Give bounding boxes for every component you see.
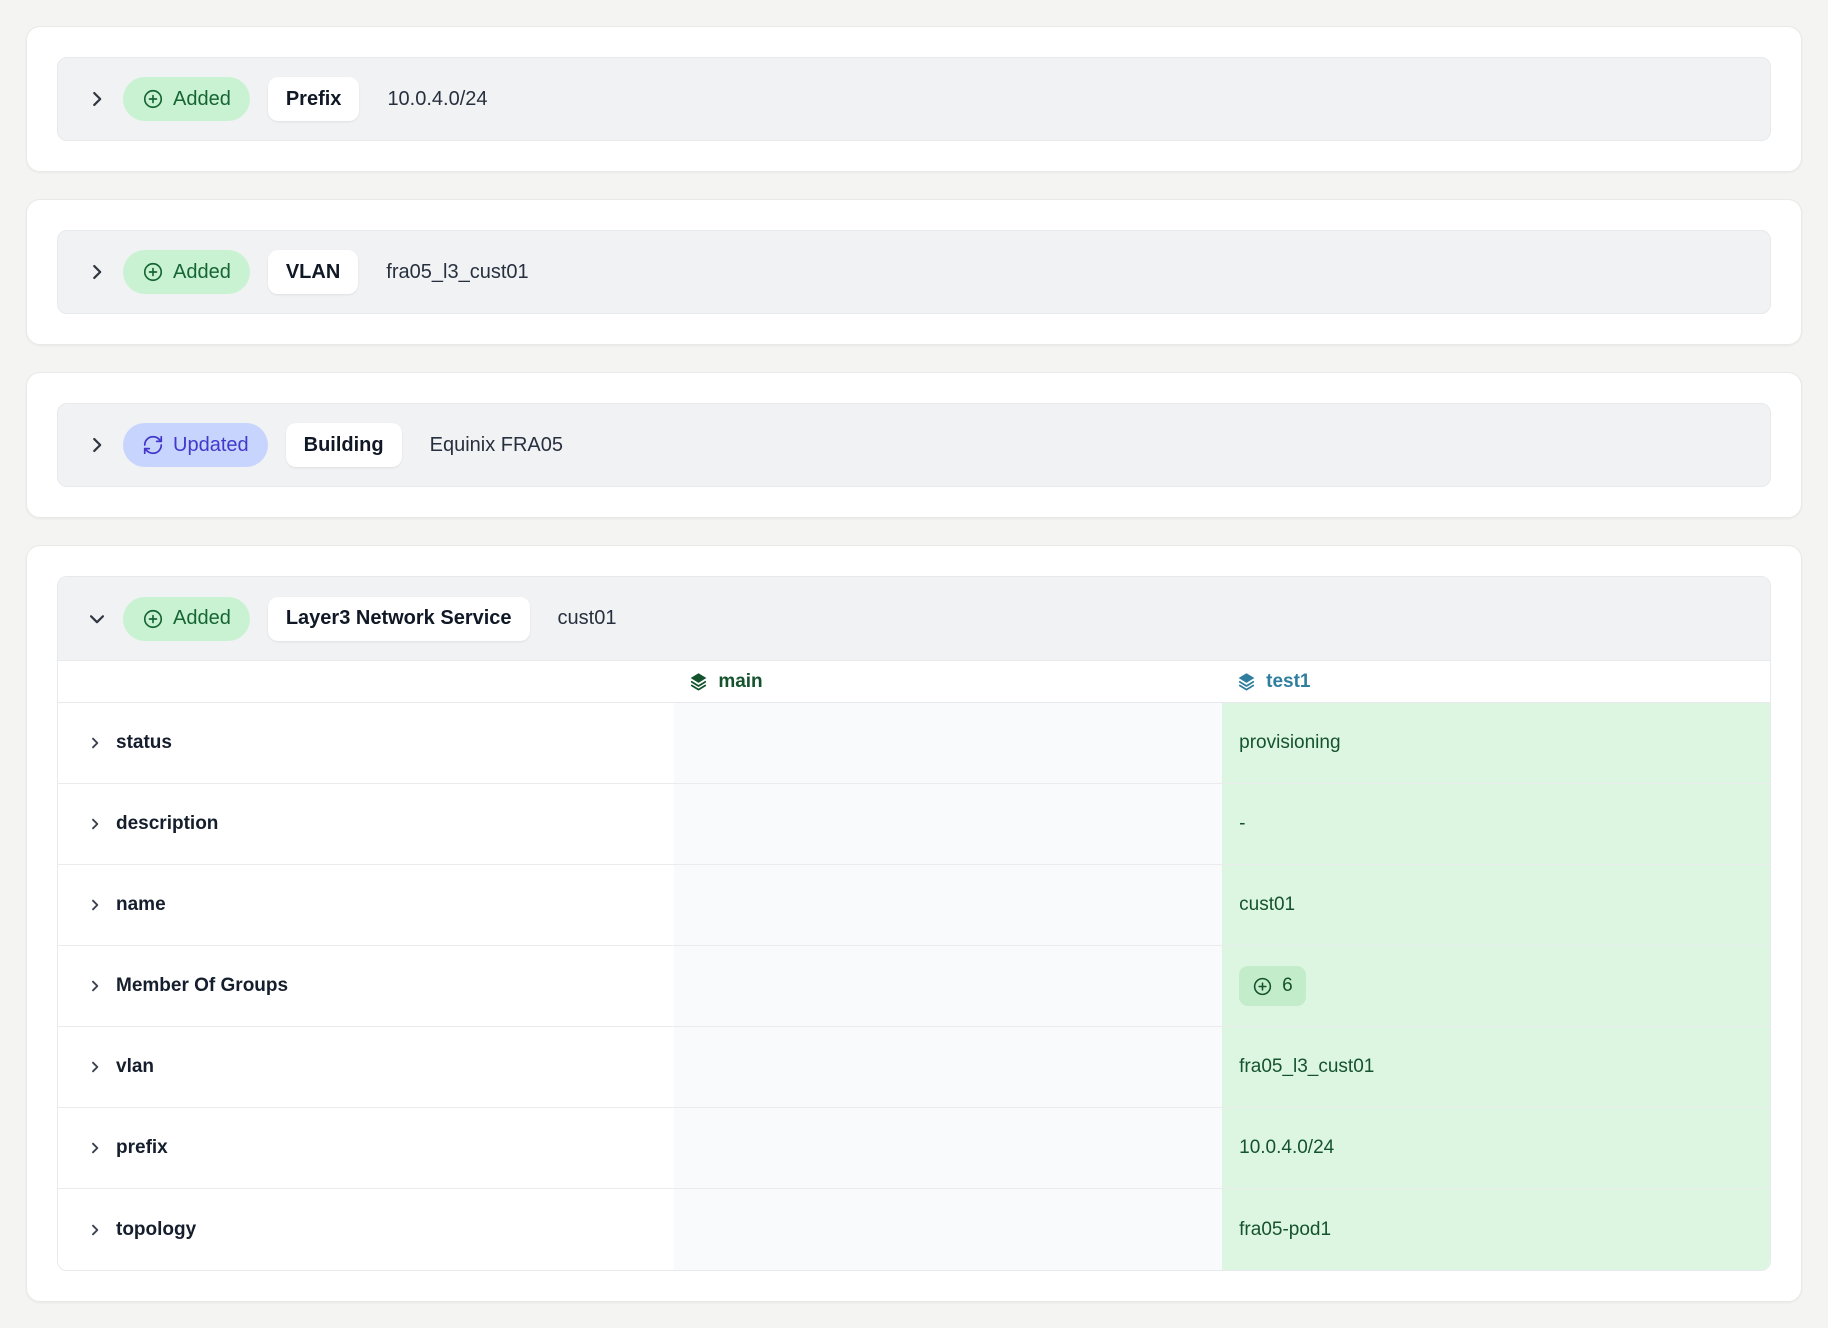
diff-card-prefix: Added Prefix 10.0.4.0/24: [26, 26, 1802, 172]
test1-branch-cell: fra05_l3_cust01: [1222, 1027, 1770, 1107]
test1-branch-cell: -: [1222, 784, 1770, 864]
attribute-label: vlan: [116, 1056, 154, 1078]
chevron-right-icon: [87, 1222, 103, 1238]
table-row-topology: topology fra05-pod1: [58, 1189, 1770, 1270]
main-branch-cell: [674, 784, 1222, 864]
test1-branch-cell: 6: [1222, 946, 1770, 1026]
test1-branch-cell: fra05-pod1: [1222, 1189, 1770, 1270]
main-branch-cell: [674, 946, 1222, 1026]
main-branch-cell: [674, 865, 1222, 945]
main-branch-cell: [674, 703, 1222, 783]
test1-branch-cell: cust01: [1222, 865, 1770, 945]
branch-layers-icon: [688, 671, 709, 692]
diff-card-header-prefix[interactable]: Added Prefix 10.0.4.0/24: [57, 57, 1771, 141]
attribute-label: description: [116, 813, 218, 835]
object-name: 10.0.4.0/24: [387, 88, 487, 111]
cell-value: cust01: [1239, 894, 1295, 916]
added-count-badge: 6: [1239, 966, 1306, 1006]
status-badge-added: Added: [123, 250, 250, 294]
cell-value: provisioning: [1239, 732, 1340, 754]
sync-icon: [142, 434, 164, 456]
cell-value: fra05-pod1: [1239, 1219, 1331, 1241]
circle-plus-icon: [1252, 976, 1273, 997]
chevron-right-icon[interactable]: [86, 261, 108, 283]
branch-header-test1: test1: [1222, 671, 1770, 693]
circle-plus-icon: [142, 88, 164, 110]
chevron-right-icon: [87, 978, 103, 994]
branch-name: test1: [1266, 671, 1310, 693]
diff-card-header-building[interactable]: Updated Building Equinix FRA05: [57, 403, 1771, 487]
chevron-right-icon[interactable]: [86, 434, 108, 456]
diff-card-building: Updated Building Equinix FRA05: [26, 372, 1802, 518]
cell-value: 10.0.4.0/24: [1239, 1137, 1334, 1159]
status-badge-label: Added: [173, 607, 231, 630]
table-row-status: status provisioning: [58, 703, 1770, 784]
attribute-label: topology: [116, 1219, 196, 1241]
attribute-expander[interactable]: topology: [58, 1189, 674, 1270]
main-branch-cell: [674, 1189, 1222, 1270]
status-badge-label: Added: [173, 88, 231, 111]
attribute-expander[interactable]: Member Of Groups: [58, 946, 674, 1026]
table-row-description: description -: [58, 784, 1770, 865]
attribute-expander[interactable]: name: [58, 865, 674, 945]
attribute-label: status: [116, 732, 172, 754]
attribute-label: name: [116, 894, 166, 916]
attribute-expander[interactable]: vlan: [58, 1027, 674, 1107]
object-name: cust01: [558, 607, 617, 630]
test1-branch-cell: provisioning: [1222, 703, 1770, 783]
diff-panel: Added Layer3 Network Service cust01 main…: [57, 576, 1771, 1271]
object-type-badge: Building: [286, 423, 402, 467]
branch-layers-icon: [1236, 671, 1257, 692]
branch-header-row: main test1: [58, 661, 1770, 703]
attribute-expander[interactable]: description: [58, 784, 674, 864]
branch-name: main: [718, 671, 762, 693]
diff-card-header-vlan[interactable]: Added VLAN fra05_l3_cust01: [57, 230, 1771, 314]
chevron-right-icon: [87, 816, 103, 832]
chevron-right-icon: [87, 1059, 103, 1075]
circle-plus-icon: [142, 261, 164, 283]
status-badge-added: Added: [123, 77, 250, 121]
object-name: Equinix FRA05: [430, 434, 563, 457]
status-badge-label: Added: [173, 261, 231, 284]
attribute-expander[interactable]: status: [58, 703, 674, 783]
branch-header-main: main: [674, 671, 1222, 693]
object-name: fra05_l3_cust01: [386, 261, 528, 284]
added-count: 6: [1282, 975, 1293, 997]
main-branch-cell: [674, 1108, 1222, 1188]
diff-card-header-layer3[interactable]: Added Layer3 Network Service cust01: [58, 577, 1770, 661]
diff-card-vlan: Added VLAN fra05_l3_cust01: [26, 199, 1802, 345]
table-row-member-of-groups: Member Of Groups 6: [58, 946, 1770, 1027]
table-row-name: name cust01: [58, 865, 1770, 946]
diff-card-layer3-network-service: Added Layer3 Network Service cust01 main…: [26, 545, 1802, 1302]
status-badge-added: Added: [123, 597, 250, 641]
object-type-badge: Layer3 Network Service: [268, 597, 530, 641]
cell-value: -: [1239, 813, 1245, 835]
attribute-label: Member Of Groups: [116, 975, 288, 997]
attribute-label: prefix: [116, 1137, 168, 1159]
cell-value: fra05_l3_cust01: [1239, 1056, 1374, 1078]
chevron-right-icon: [87, 735, 103, 751]
chevron-right-icon[interactable]: [86, 88, 108, 110]
main-branch-cell: [674, 1027, 1222, 1107]
table-row-prefix: prefix 10.0.4.0/24: [58, 1108, 1770, 1189]
chevron-right-icon: [87, 897, 103, 913]
chevron-down-icon[interactable]: [86, 608, 108, 630]
chevron-right-icon: [87, 1140, 103, 1156]
table-row-vlan: vlan fra05_l3_cust01: [58, 1027, 1770, 1108]
status-badge-label: Updated: [173, 434, 249, 457]
object-type-badge: VLAN: [268, 250, 358, 294]
test1-branch-cell: 10.0.4.0/24: [1222, 1108, 1770, 1188]
object-type-badge: Prefix: [268, 77, 360, 121]
attribute-expander[interactable]: prefix: [58, 1108, 674, 1188]
circle-plus-icon: [142, 608, 164, 630]
status-badge-updated: Updated: [123, 423, 268, 467]
